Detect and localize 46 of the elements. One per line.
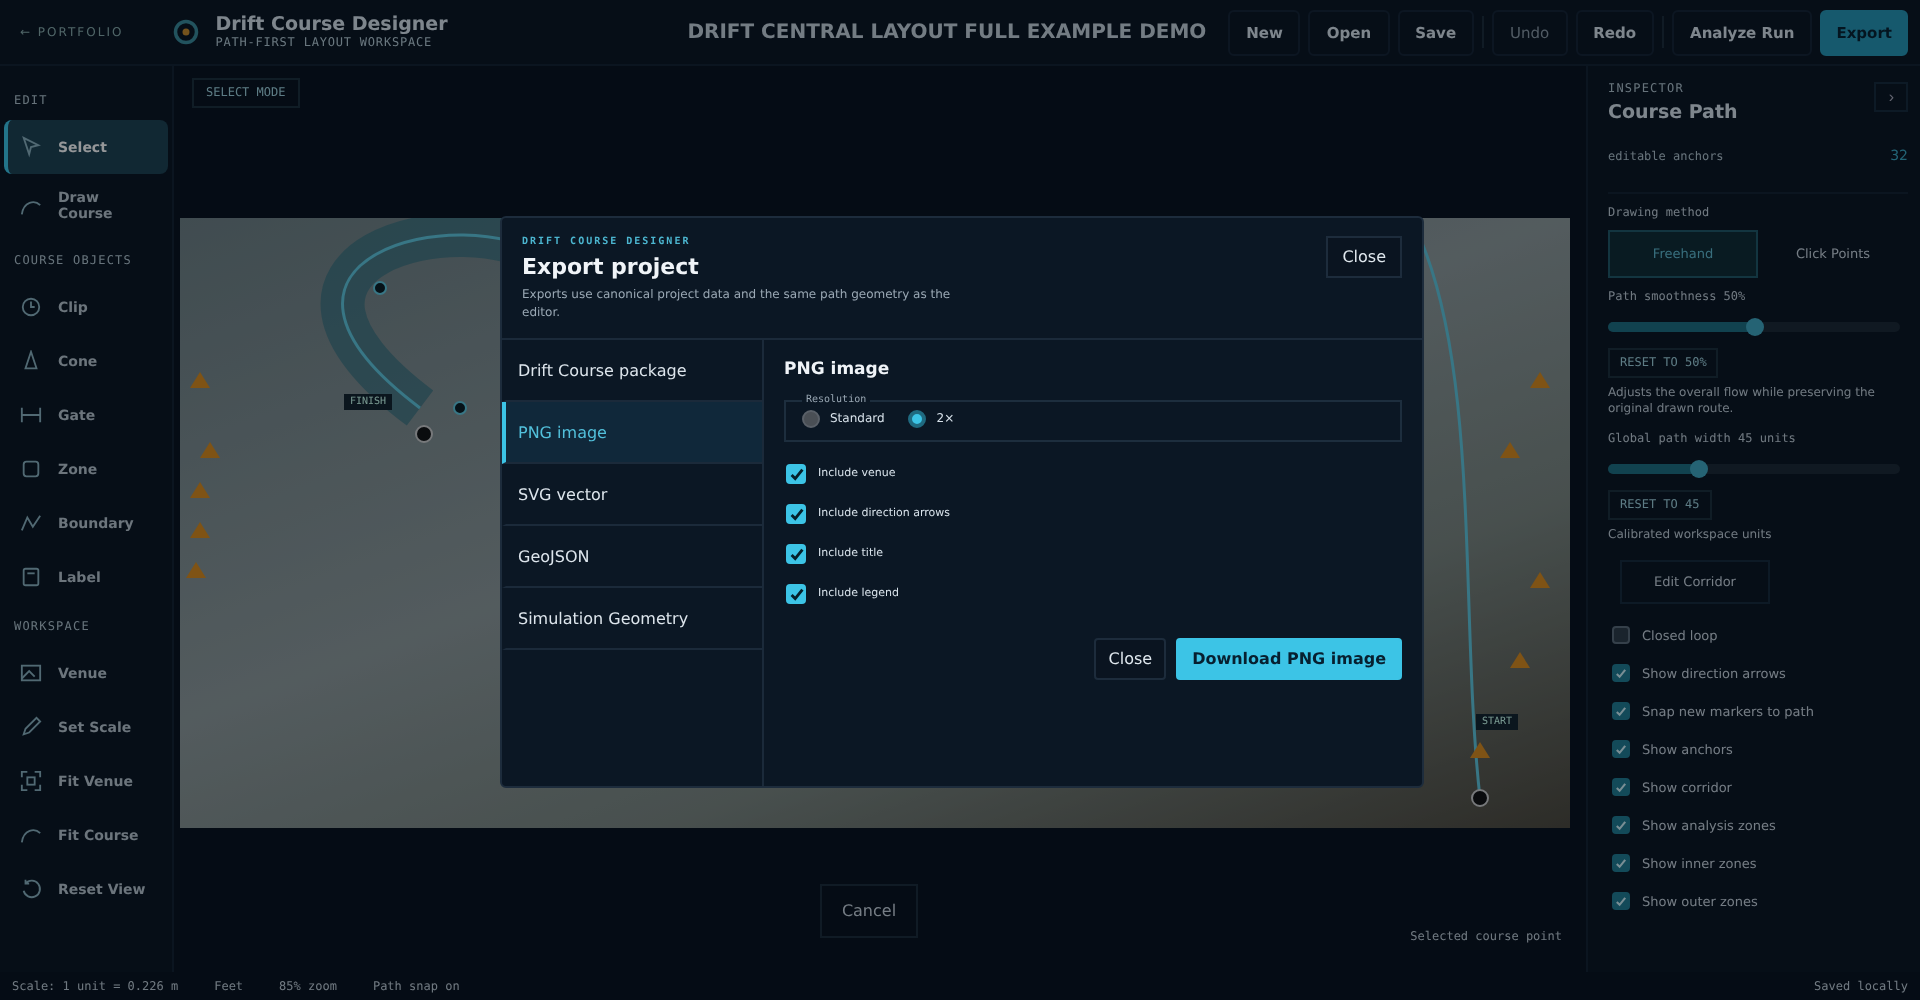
format-tab[interactable]: Simulation Geometry <box>502 588 762 650</box>
slider-thumb[interactable] <box>1746 318 1764 336</box>
boundary-icon <box>20 512 42 534</box>
checkbox[interactable] <box>1612 778 1630 797</box>
checkbox[interactable] <box>1612 664 1630 683</box>
label-icon <box>20 566 42 588</box>
radio-button[interactable] <box>908 410 927 428</box>
cancel-button[interactable]: Cancel <box>819 884 919 938</box>
app-title: Drift Course Designer <box>215 14 450 36</box>
frame-icon <box>20 770 42 792</box>
zone-icon <box>20 458 42 480</box>
close-button[interactable]: Close <box>1094 638 1167 680</box>
format-tab[interactable]: GeoJSON <box>502 526 762 588</box>
clip-icon <box>20 296 42 318</box>
format-tab[interactable]: PNG image <box>502 402 762 464</box>
curve-icon <box>20 195 42 217</box>
checkbox[interactable] <box>786 544 806 564</box>
project-title: DRIFT CENTRAL LAYOUT FULL EXAMPLE DEMO <box>687 21 1207 43</box>
checkbox[interactable] <box>1612 816 1630 835</box>
image-icon <box>20 662 42 684</box>
slider-track[interactable] <box>1608 322 1900 332</box>
checkbox[interactable] <box>786 504 806 524</box>
logo-icon <box>171 18 200 46</box>
reset-icon <box>20 878 42 900</box>
dialog-title: Export project <box>522 254 701 280</box>
close-button[interactable]: Close <box>1326 236 1402 278</box>
checkbox[interactable] <box>786 584 806 604</box>
slider-thumb[interactable] <box>1690 459 1709 478</box>
checkbox[interactable] <box>1612 892 1630 911</box>
radio-button[interactable] <box>802 410 820 428</box>
download-button[interactable]: Download PNG image <box>1176 638 1402 680</box>
pointer-icon <box>20 136 42 158</box>
checkbox[interactable] <box>1612 702 1630 721</box>
panel-title: Course Path <box>1608 102 1738 124</box>
checkbox[interactable] <box>786 464 806 484</box>
slider-track[interactable] <box>1608 463 1900 474</box>
curve-icon <box>20 824 42 846</box>
checkbox[interactable] <box>1612 626 1630 645</box>
pencil-icon <box>20 716 42 738</box>
checkbox[interactable] <box>1612 854 1630 873</box>
cone-icon <box>20 350 42 372</box>
gate-icon <box>20 404 42 426</box>
collapse-button[interactable]: › <box>1874 82 1908 112</box>
format-tab[interactable]: SVG vector <box>502 464 762 526</box>
checkbox[interactable] <box>1612 740 1630 759</box>
pane-title: PNG image <box>784 360 892 380</box>
